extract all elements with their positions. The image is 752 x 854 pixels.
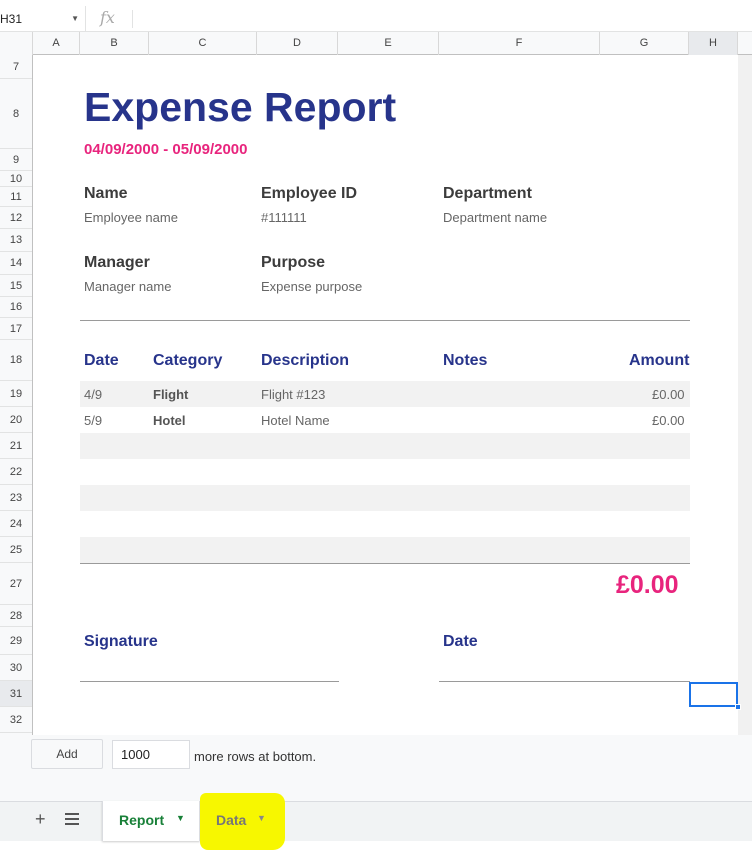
- row-header-18[interactable]: 18: [0, 340, 32, 381]
- column-e-header[interactable]: E: [338, 32, 439, 55]
- row-header-12[interactable]: 12: [0, 207, 32, 229]
- row-header-25[interactable]: 25: [0, 537, 32, 563]
- tab-data[interactable]: Data ▼: [200, 801, 285, 841]
- fill-handle[interactable]: [735, 704, 741, 710]
- row-1-date[interactable]: 4/9: [84, 387, 102, 402]
- row-header-17[interactable]: 17: [0, 318, 32, 340]
- row-header-20[interactable]: 20: [0, 407, 32, 433]
- row-header-30[interactable]: 30: [0, 655, 32, 681]
- name-value[interactable]: Employee name: [84, 210, 178, 225]
- table-row[interactable]: [80, 485, 690, 511]
- row-header-31[interactable]: 31: [0, 681, 32, 707]
- tab-report-label: Report: [119, 812, 165, 828]
- date-label: Date: [443, 633, 478, 650]
- table-row[interactable]: [80, 537, 690, 563]
- department-label: Department: [443, 185, 532, 202]
- manager-value[interactable]: Manager name: [84, 279, 171, 294]
- department-value[interactable]: Department name: [443, 210, 547, 225]
- tab-report[interactable]: Report ▼: [102, 801, 200, 841]
- divider: [80, 320, 690, 321]
- row-2-category[interactable]: Hotel: [153, 413, 186, 428]
- chevron-down-icon[interactable]: ▼: [71, 6, 79, 32]
- name-label: Name: [84, 185, 128, 202]
- row-header-7[interactable]: 7: [0, 55, 32, 79]
- manager-label: Manager: [84, 254, 150, 271]
- row-header-19[interactable]: 19: [0, 381, 32, 407]
- divider: [80, 563, 690, 564]
- row-header-32[interactable]: 32: [0, 707, 32, 733]
- table-header-category: Category: [153, 352, 223, 369]
- table-row[interactable]: [80, 433, 690, 459]
- row-header-21[interactable]: 21: [0, 433, 32, 459]
- row-header-22[interactable]: 22: [0, 459, 32, 485]
- name-box-value: H31: [0, 12, 23, 26]
- row-header-11[interactable]: 11: [0, 187, 32, 207]
- add-rows-button[interactable]: Add: [31, 739, 103, 769]
- employee-id-value[interactable]: #111111: [261, 210, 307, 225]
- scrollbar-track[interactable]: [738, 55, 752, 735]
- date-range: 04/09/2000 - 05/09/2000: [84, 141, 248, 158]
- selected-cell[interactable]: [689, 682, 738, 707]
- row-header-10[interactable]: 10: [0, 171, 32, 187]
- row-header-14[interactable]: 14: [0, 252, 32, 275]
- name-box[interactable]: H31 ▼: [0, 6, 86, 32]
- column-f-header[interactable]: F: [439, 32, 600, 55]
- row-2-amount[interactable]: £0.00: [652, 413, 685, 428]
- formula-bar: H31 ▼ fx: [0, 6, 752, 32]
- row-header-27[interactable]: 27: [0, 563, 32, 605]
- row-header-15[interactable]: 15: [0, 275, 32, 297]
- total-amount: £0.00: [616, 571, 679, 599]
- column-d-header[interactable]: D: [257, 32, 338, 55]
- report-title: Expense Report: [84, 84, 397, 130]
- plus-icon[interactable]: +: [35, 809, 46, 830]
- tab-data-label: Data: [216, 812, 247, 828]
- column-h-header[interactable]: H: [689, 32, 738, 55]
- chevron-down-icon[interactable]: ▼: [176, 813, 185, 823]
- row-1-amount[interactable]: £0.00: [652, 387, 685, 402]
- chevron-down-icon[interactable]: ▼: [257, 813, 266, 823]
- list-icon[interactable]: [65, 813, 79, 825]
- row-header-29[interactable]: 29: [0, 627, 32, 655]
- row-header-13[interactable]: 13: [0, 229, 32, 252]
- table-header-description: Description: [261, 352, 350, 369]
- date-line: [439, 681, 690, 682]
- table-header-notes: Notes: [443, 352, 488, 369]
- add-rows-suffix: more rows at bottom.: [194, 749, 317, 764]
- fx-icon: fx: [100, 8, 115, 27]
- employee-id-label: Employee ID: [261, 185, 358, 202]
- signature-line: [80, 681, 339, 682]
- row-header-28[interactable]: 28: [0, 605, 32, 627]
- row-1-description[interactable]: Flight #123: [261, 387, 325, 402]
- divider: [132, 10, 133, 28]
- select-all-corner[interactable]: [0, 32, 33, 55]
- row-header-16[interactable]: 16: [0, 297, 32, 318]
- row-header-9[interactable]: 9: [0, 149, 32, 171]
- purpose-value[interactable]: Expense purpose: [261, 279, 362, 294]
- column-header: A B C D E F G H: [0, 32, 752, 55]
- signature-label: Signature: [84, 633, 158, 650]
- page-bottom: [0, 841, 752, 854]
- column-b-header[interactable]: B: [80, 32, 149, 55]
- column-c-header[interactable]: C: [149, 32, 257, 55]
- table-header-amount: Amount: [629, 352, 690, 369]
- purpose-label: Purpose: [261, 254, 326, 271]
- column-g-header[interactable]: G: [600, 32, 689, 55]
- column-a-header[interactable]: A: [33, 32, 80, 55]
- table-header-date: Date: [84, 352, 119, 369]
- row-2-description[interactable]: Hotel Name: [261, 413, 330, 428]
- row-header-23[interactable]: 23: [0, 485, 32, 511]
- row-1-category[interactable]: Flight: [153, 387, 188, 402]
- row-2-date[interactable]: 5/9: [84, 413, 102, 428]
- rows-count-input[interactable]: 1000: [112, 740, 190, 769]
- row-header-24[interactable]: 24: [0, 511, 32, 537]
- row-header: 7 8 9 10 11 12 13 14 15 16 17 18 19 20 2…: [0, 55, 33, 735]
- row-header-8[interactable]: 8: [0, 79, 32, 149]
